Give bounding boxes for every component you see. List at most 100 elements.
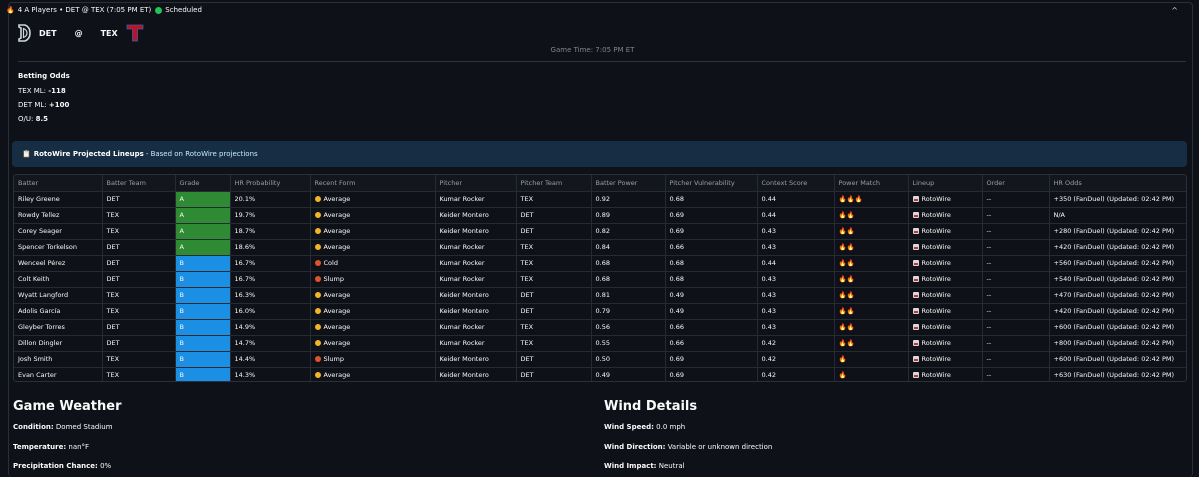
table-cell: N/A — [1049, 207, 1186, 224]
cell-text: 🔥🔥 — [838, 275, 855, 283]
odds-value: +100 — [48, 101, 70, 109]
column-header[interactable]: Recent Form — [310, 175, 436, 192]
table-cell: TEX — [516, 191, 592, 208]
collapse-chevron-icon[interactable]: ^ — [1171, 6, 1178, 15]
cell-text: Slump — [323, 355, 345, 363]
table-cell: TEX — [516, 255, 592, 272]
table-cell: 18.7% — [230, 223, 311, 240]
expander-header[interactable]: 🔥 4 A Players • DET @ TEX (7:05 PM ET) S… — [6, 4, 1178, 16]
game-status: Scheduled — [165, 6, 202, 14]
table-cell: DET — [516, 287, 592, 304]
table-row[interactable]: Gleyber Torres DET B 14.9% Average Kumar Rock… — [14, 319, 1186, 336]
table-row[interactable]: Josh Smith TEX B 14.4% Slump Keider Montero DE… — [14, 351, 1186, 368]
at-symbol: @ — [74, 28, 83, 38]
cell-text: 20.1% — [234, 195, 256, 203]
cell-text: +280 (FanDuel) (Updated: 02:42 PM) — [1053, 227, 1175, 235]
cell-text: RotoWire — [921, 371, 951, 379]
column-header[interactable]: Batter Team — [102, 175, 176, 192]
table-cell: RotoWire — [908, 191, 983, 208]
table-row[interactable]: Riley Greene DET A 20.1% Average Kumar Rocker… — [14, 191, 1186, 208]
column-header[interactable]: Lineup — [908, 175, 983, 192]
cell-text: 0.49 — [669, 291, 684, 299]
table-row[interactable]: Wenceel Pérez DET B 16.7% Cold Kumar Rocker TE… — [14, 255, 1186, 272]
cell-text: +600 (FanDuel) (Updated: 02:42 PM) — [1053, 355, 1175, 363]
table-row[interactable]: Colt Keith DET B 16.7% Slump Kumar Rocker TEX 0… — [14, 271, 1186, 288]
table-cell: 0.44 — [757, 255, 835, 272]
cell-text: +420 (FanDuel) (Updated: 02:42 PM) — [1053, 307, 1175, 315]
cell-text: DET — [520, 307, 534, 315]
table-cell: RotoWire — [908, 255, 983, 272]
cell-text: -- — [986, 307, 992, 315]
away-team: DET — [39, 28, 57, 38]
cell-text: RotoWire — [921, 227, 951, 235]
table-cell: +420 (FanDuel) (Updated: 02:42 PM) — [1049, 303, 1186, 320]
temperature-value: nan°F — [68, 443, 90, 451]
odds-value: -118 — [48, 87, 66, 95]
cell-text: Average — [323, 243, 351, 251]
cell-text: A — [179, 243, 184, 251]
cell-text: Gleyber Torres — [18, 323, 65, 331]
column-header[interactable]: HR Odds — [1049, 175, 1186, 192]
table-row[interactable]: Adolis García TEX B 16.0% Average Keider Mont… — [14, 303, 1186, 320]
cell-text: 0.50 — [595, 355, 610, 363]
cell-text: 16.7% — [234, 259, 256, 267]
table-cell: 🔥🔥 — [834, 303, 909, 320]
table-cell: 0.49 — [665, 303, 758, 320]
column-header[interactable]: Batter — [14, 175, 103, 192]
cell-text: 0.81 — [595, 291, 610, 299]
table-cell: 0.42 — [757, 367, 835, 381]
table-cell: 0.66 — [665, 335, 758, 352]
table-row[interactable]: Wyatt Langford TEX B 16.3% Average Keider Mon… — [14, 287, 1186, 304]
cell-text: 🔥🔥 — [838, 307, 855, 315]
cell-text: Cold — [323, 259, 338, 267]
column-header[interactable]: Power Match — [834, 175, 909, 192]
cell-text: 0.43 — [761, 291, 776, 299]
table-cell: 🔥🔥🔥 — [834, 191, 909, 208]
cell-text: DET — [520, 211, 534, 219]
cell-text: RotoWire — [921, 259, 951, 267]
cell-text: TEX — [106, 355, 120, 363]
matchup-row: DET @ TEX — [17, 22, 144, 44]
table-row[interactable]: Spencer Torkelson DET A 18.6% Average Kumar R… — [14, 239, 1186, 256]
table-cell: TEX — [516, 239, 592, 256]
cell-text: TEX — [106, 307, 120, 315]
cell-text: 0.79 — [595, 307, 610, 315]
column-header[interactable]: Grade — [175, 175, 231, 192]
wind-impact: Wind Impact: Neutral — [604, 462, 685, 470]
table-cell: Kumar Rocker — [435, 319, 517, 336]
cell-text: 0.92 — [595, 195, 610, 203]
column-header[interactable]: Pitcher — [435, 175, 517, 192]
table-cell: TEX — [102, 351, 176, 368]
cell-text: +800 (FanDuel) (Updated: 02:42 PM) — [1053, 339, 1175, 347]
cell-text: Keider Montero — [439, 355, 489, 363]
cell-text: TEX — [106, 211, 120, 219]
table-row[interactable]: Evan Carter TEX B 14.3% Average Keider Monter… — [14, 367, 1186, 381]
table-cell: Slump — [310, 351, 436, 368]
column-header[interactable]: Pitcher Vulnerability — [665, 175, 758, 192]
cell-text: -- — [986, 243, 992, 251]
table-cell: Riley Greene — [14, 191, 103, 208]
column-header[interactable]: HR Probability — [230, 175, 311, 192]
cell-text: 16.7% — [234, 275, 256, 283]
column-header[interactable]: Context Score — [757, 175, 835, 192]
odds-det-ml: DET ML: +100 — [18, 101, 69, 109]
table-cell: 0.43 — [757, 271, 835, 288]
cell-text: DET — [520, 355, 534, 363]
cell-text: RotoWire — [921, 291, 951, 299]
table-row[interactable]: Corey Seager TEX A 18.7% Average Keider Monte… — [14, 223, 1186, 240]
players-table[interactable]: Batter Batter Team Grade HR Probability Rece… — [13, 174, 1187, 382]
column-header[interactable]: Batter Power — [591, 175, 666, 192]
cell-text: Kumar Rocker — [439, 275, 485, 283]
table-cell: Kumar Rocker — [435, 271, 517, 288]
column-header[interactable]: Pitcher Team — [516, 175, 592, 192]
table-cell: 0.79 — [591, 303, 666, 320]
table-cell: 0.68 — [665, 271, 758, 288]
cell-text: 14.7% — [234, 339, 256, 347]
column-header[interactable]: Order — [982, 175, 1050, 192]
table-row[interactable]: Rowdy Tellez TEX A 19.7% Average Keider Monte… — [14, 207, 1186, 224]
table-row[interactable]: Dillon Dingler DET B 14.7% Average Kumar Rock… — [14, 335, 1186, 352]
cell-text: RotoWire — [921, 243, 951, 251]
cell-text: 0.82 — [595, 227, 610, 235]
table-cell: TEX — [516, 335, 592, 352]
table-cell: 0.43 — [757, 319, 835, 336]
